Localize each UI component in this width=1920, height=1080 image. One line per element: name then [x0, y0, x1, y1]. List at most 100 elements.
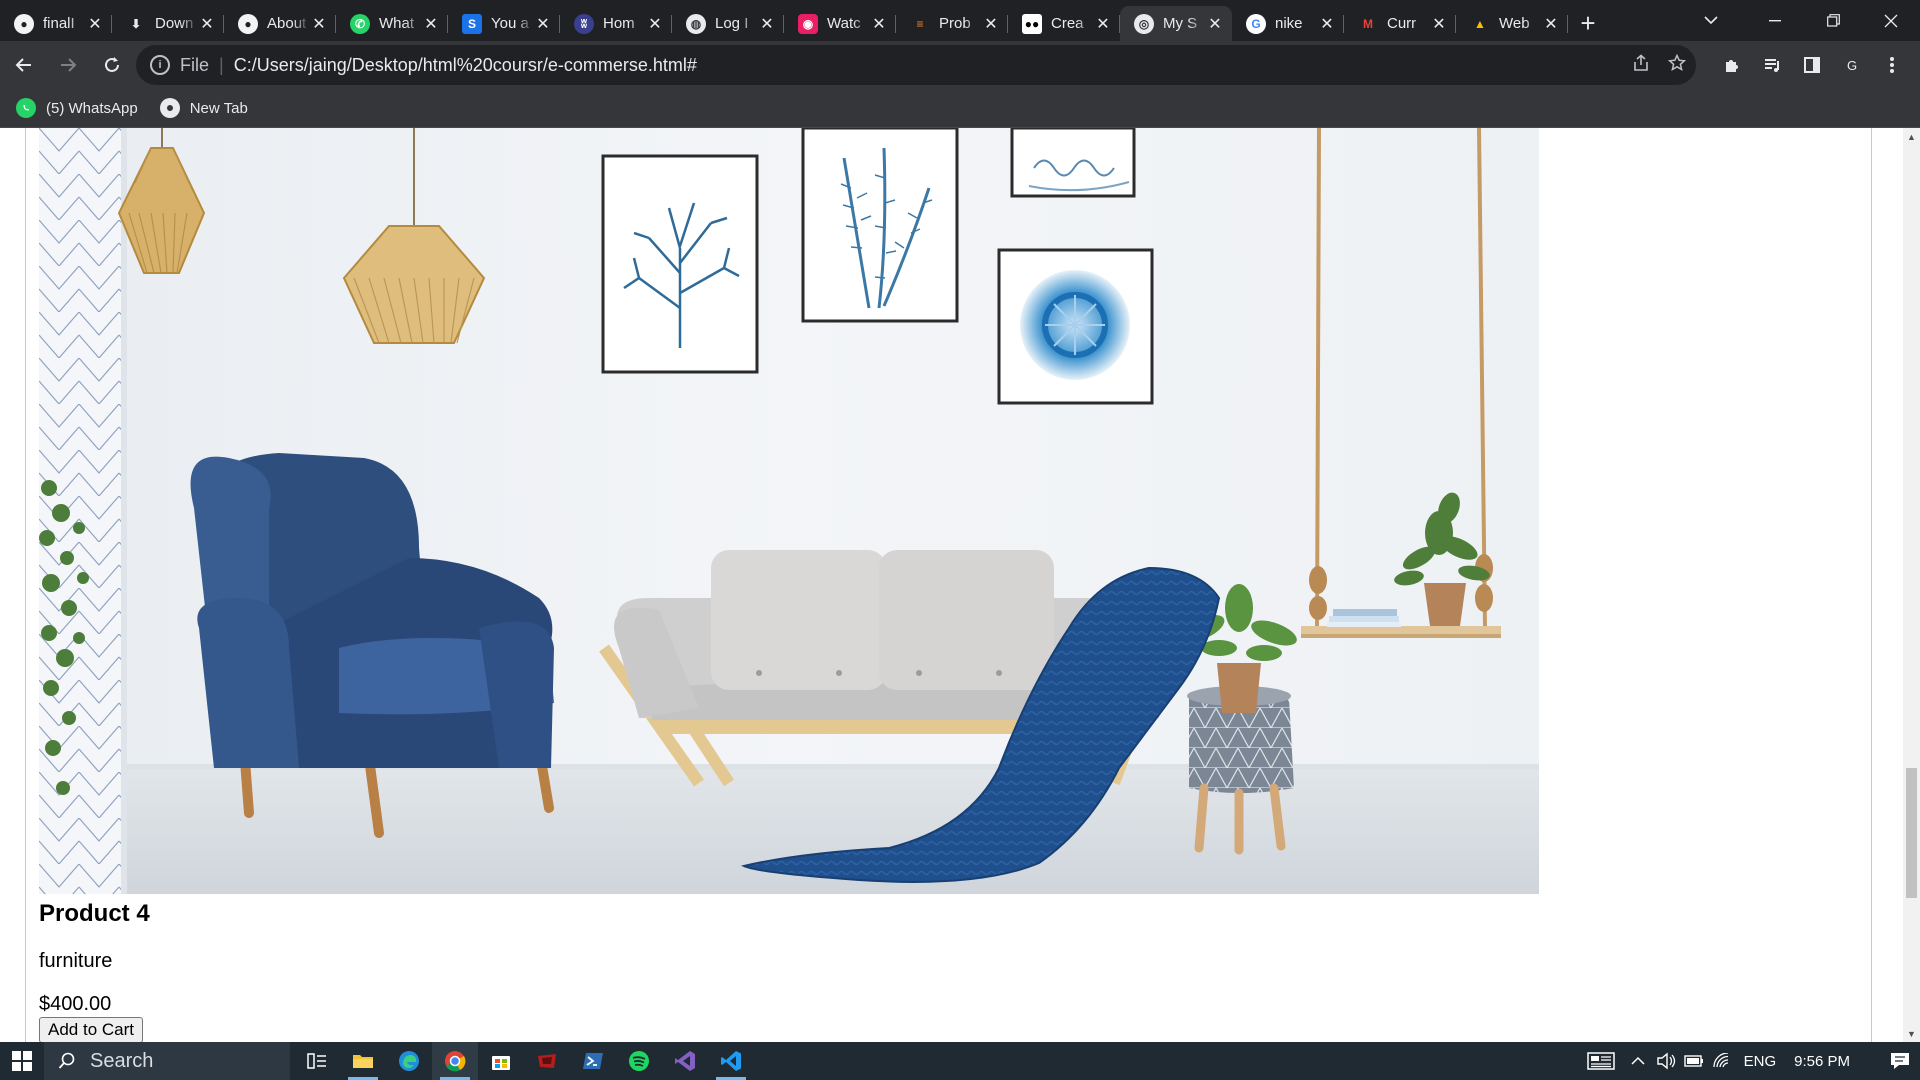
extensions-icon[interactable] [1712, 45, 1752, 85]
restore-button[interactable] [1804, 0, 1862, 41]
close-tab-icon[interactable]: ✕ [310, 15, 328, 33]
bookmark-star-icon[interactable] [1667, 53, 1687, 77]
address-scheme-label: File [180, 54, 210, 75]
browser-tab[interactable]: ▲ Web ✕ [1456, 6, 1568, 41]
browser-tab[interactable]: ≡ Prob ✕ [896, 6, 1008, 41]
page-viewport: Product 4 furniture $400.00 Add to Cart … [0, 128, 1920, 1042]
windows-logo-icon [12, 1051, 32, 1071]
camera-logo-icon: ◉ [798, 13, 818, 34]
bookmark-new-tab[interactable]: New Tab [159, 98, 248, 118]
close-window-button[interactable] [1862, 0, 1920, 41]
new-tab-button[interactable]: + [1568, 6, 1608, 41]
language-indicator[interactable]: ENG [1744, 1053, 1777, 1070]
news-widget-icon[interactable] [1578, 1042, 1624, 1080]
scrollbar-thumb[interactable] [1906, 768, 1917, 898]
close-tab-icon[interactable]: ✕ [1318, 15, 1336, 33]
browser-tab[interactable]: ʬ Hom ✕ [560, 6, 672, 41]
file-explorer-icon[interactable] [340, 1042, 386, 1080]
close-tab-icon[interactable]: ✕ [1094, 15, 1112, 33]
close-tab-icon[interactable]: ✕ [86, 15, 104, 33]
close-tab-icon[interactable]: ✕ [982, 15, 1000, 33]
github-icon: ● [14, 13, 34, 34]
minimize-button[interactable] [1746, 0, 1804, 41]
volume-icon[interactable] [1652, 1042, 1680, 1080]
forward-button[interactable] [48, 45, 88, 85]
close-tab-icon[interactable]: ✕ [1542, 15, 1560, 33]
chrome-icon[interactable] [432, 1042, 478, 1080]
battery-icon[interactable] [1680, 1042, 1708, 1080]
clock-time[interactable]: 9:56 PM [1794, 1053, 1850, 1070]
browser-tab[interactable]: ✆ What ✕ [336, 6, 448, 41]
profile-avatar[interactable]: G [1832, 45, 1872, 85]
browser-tab[interactable]: ◉ Watc ✕ [784, 6, 896, 41]
search-icon [58, 1052, 75, 1069]
close-tab-icon[interactable]: ✕ [422, 15, 440, 33]
taskbar-search-box[interactable]: Search [44, 1042, 290, 1080]
tab-title: What [379, 15, 415, 32]
address-bar[interactable]: i File | C:/Users/jaing/Desktop/html%20c… [136, 45, 1696, 85]
search-placeholder: Search [90, 1049, 154, 1072]
menu-kebab-icon[interactable] [1872, 45, 1912, 85]
tab-title: Curr [1387, 15, 1417, 32]
google-icon: G [1246, 13, 1266, 34]
chevron-up-icon[interactable] [1624, 1042, 1652, 1080]
store-icon[interactable] [478, 1042, 524, 1080]
close-tab-icon[interactable]: ✕ [198, 15, 216, 33]
powershell-icon[interactable] [570, 1042, 616, 1080]
reload-button[interactable] [92, 45, 132, 85]
reading-list-icon[interactable] [1752, 45, 1792, 85]
visual-studio-icon[interactable] [662, 1042, 708, 1080]
chrome-icon [159, 98, 180, 118]
browser-tab[interactable]: ●● Crea ✕ [1008, 6, 1120, 41]
info-icon[interactable]: i [150, 55, 170, 75]
close-tab-icon[interactable]: ✕ [870, 15, 888, 33]
browser-tab[interactable]: ◍ Log I ✕ [672, 6, 784, 41]
window-controls [1746, 0, 1920, 41]
browser-tab[interactable]: ◎ My S ✕ [1120, 6, 1232, 41]
globe-logo-icon: ◍ [686, 13, 706, 34]
medium-logo-icon: ●● [1022, 13, 1042, 34]
close-tab-icon[interactable]: ✕ [1430, 15, 1448, 33]
task-view-icon[interactable] [294, 1042, 340, 1080]
product-image [39, 128, 1539, 894]
tab-title: You a [491, 15, 529, 32]
close-tab-icon[interactable]: ✕ [758, 15, 776, 33]
edge-icon[interactable] [386, 1042, 432, 1080]
tab-title: Log I [715, 15, 749, 32]
s-logo-icon: S [462, 13, 482, 34]
browser-tab[interactable]: S You a ✕ [448, 6, 560, 41]
tab-title: nike [1275, 15, 1303, 32]
back-button[interactable] [4, 45, 44, 85]
drive-icon: ▲ [1474, 16, 1486, 31]
scroll-up-arrow-icon[interactable]: ▲ [1903, 128, 1920, 145]
add-to-cart-button[interactable]: Add to Cart [39, 1017, 143, 1042]
scroll-down-arrow-icon[interactable]: ▼ [1903, 1025, 1920, 1042]
browser-tab[interactable]: Gnike ✕ [1232, 6, 1344, 41]
address-url[interactable]: C:/Users/jaing/Desktop/html%20coursr/e-c… [234, 55, 697, 76]
spotify-icon[interactable] [616, 1042, 662, 1080]
product-price: $400.00 [39, 993, 112, 1015]
tab-title: Watc [827, 15, 861, 32]
tab-search-chevron-icon[interactable] [1696, 6, 1726, 34]
close-tab-icon[interactable]: ✕ [646, 15, 664, 33]
browser-tab[interactable]: ● About ✕ [224, 6, 336, 41]
start-button[interactable] [0, 1042, 44, 1080]
wifi-icon[interactable] [1708, 1042, 1736, 1080]
browser-tab[interactable]: ● finalI ✕ [0, 6, 112, 41]
hex-logo-icon: ʬ [574, 13, 594, 34]
side-panel-icon[interactable] [1792, 45, 1832, 85]
product-title: Product 4 [39, 900, 150, 927]
browser-tab[interactable]: M Curr ✕ [1344, 6, 1456, 41]
browser-tab[interactable]: ⬇ Down ✕ [112, 6, 224, 41]
stack-logo-icon: ≡ [916, 16, 924, 31]
game-app-icon[interactable] [524, 1042, 570, 1080]
browser-toolbar: i File | C:/Users/jaing/Desktop/html%20c… [0, 41, 1920, 89]
close-tab-icon[interactable]: ✕ [1206, 15, 1224, 33]
vscode-icon[interactable] [708, 1042, 754, 1080]
notifications-icon[interactable] [1880, 1042, 1920, 1080]
close-tab-icon[interactable]: ✕ [534, 15, 552, 33]
bookmark-whatsapp[interactable]: (5) WhatsApp [16, 98, 138, 118]
share-icon[interactable] [1632, 53, 1650, 77]
page-scrollbar[interactable]: ▲ ▼ [1903, 128, 1920, 1042]
github-icon: ● [238, 13, 258, 34]
